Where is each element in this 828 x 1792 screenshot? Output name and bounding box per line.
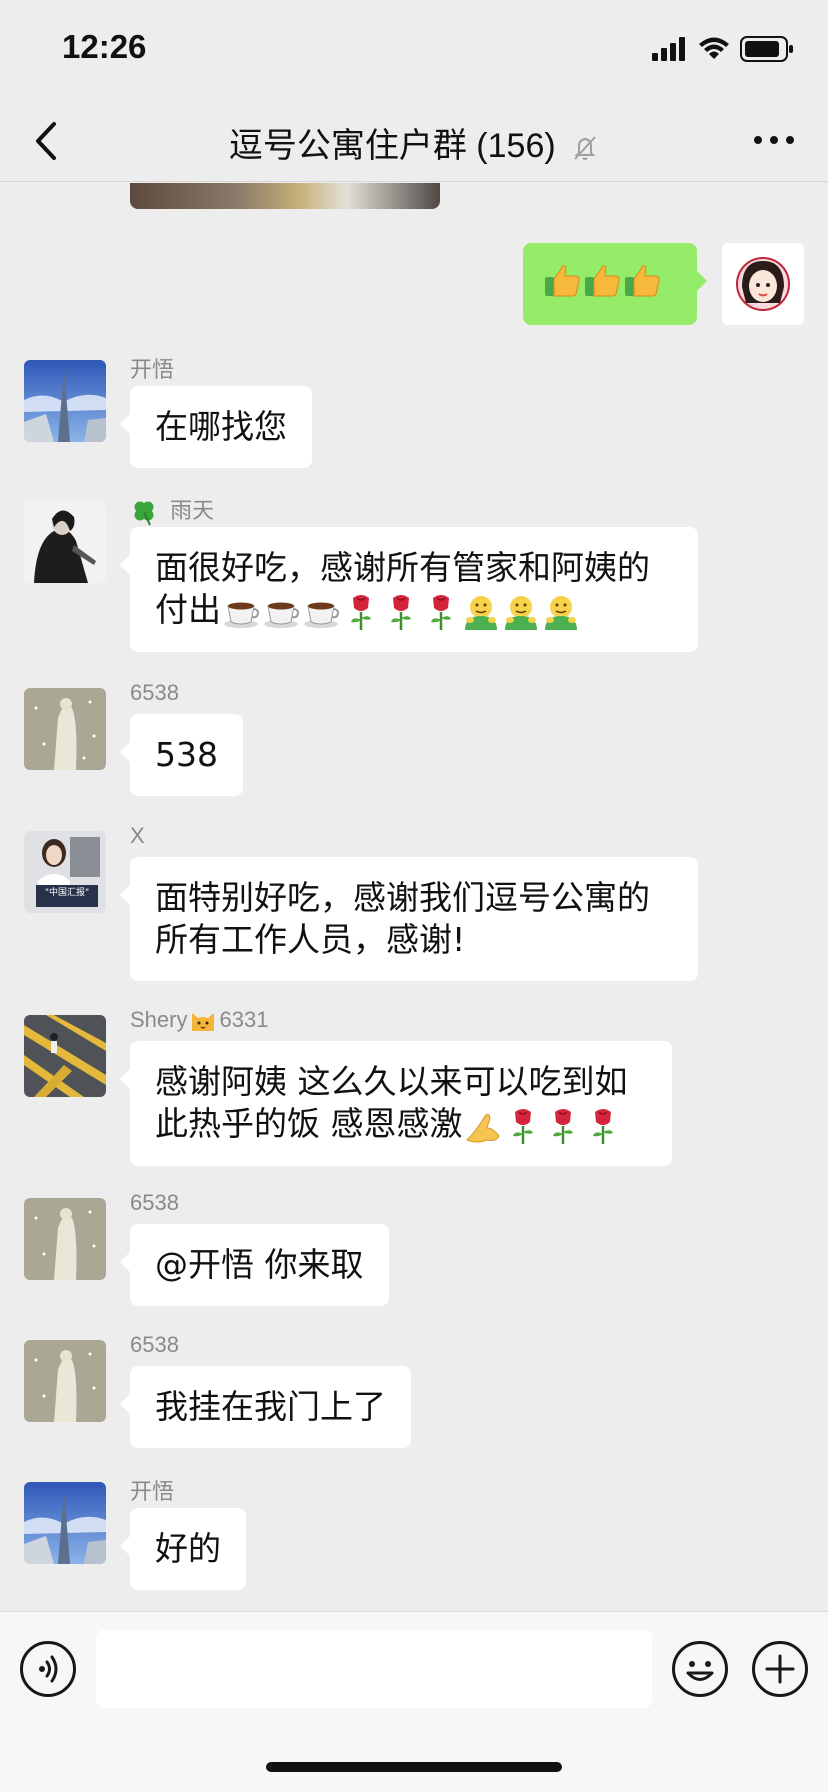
message-line: 面特别好吃，感谢我们逗号公寓的 — [155, 878, 650, 917]
chat-title: 逗号公寓住户群 (156) — [228, 127, 556, 165]
voice-button[interactable] — [20, 1641, 76, 1697]
message-line-with-emoji: 付出 — [155, 589, 673, 632]
hug-icon — [501, 592, 541, 632]
message-item: 开悟 在哪找您 — [0, 352, 828, 472]
message-self — [0, 243, 828, 333]
message-line: 感谢阿姨 这么久以来可以吃到如 — [155, 1062, 628, 1101]
avatar-kaiwu-image — [24, 1482, 106, 1564]
message-line: 付出 — [155, 590, 221, 629]
chat-header: 逗号公寓住户群 (156) — [0, 100, 828, 182]
sender-name-row: Shery 6331 — [130, 1007, 268, 1035]
avatar-shery[interactable] — [24, 1015, 106, 1097]
rose-icon — [543, 1106, 583, 1146]
message-item: 6538 我挂在我门上了 — [0, 1332, 828, 1452]
sender-name: 6538 — [130, 680, 179, 705]
sender-name: 6538 — [130, 1332, 179, 1357]
message-bubble[interactable]: 感谢阿姨 这么久以来可以吃到如 此热乎的饭 感恩感激 — [120, 1041, 672, 1166]
message-bubble[interactable]: 在哪找您 — [120, 386, 312, 468]
status-time: 12:26 — [62, 28, 147, 65]
avatar-caption: "中国汇报" — [44, 888, 90, 898]
wifi-icon — [699, 37, 729, 59]
image-message-fragment[interactable] — [130, 183, 440, 209]
status-icons — [652, 36, 794, 62]
message-line: 此热乎的饭 感恩感激 — [155, 1104, 463, 1143]
avatar-self[interactable] — [722, 243, 804, 325]
message-line-with-emoji: 此热乎的饭 感恩感激 — [155, 1103, 647, 1146]
battery-icon — [740, 36, 793, 62]
coffee-icon — [221, 592, 261, 632]
message-item: 6538 @开悟 你来取 — [0, 1190, 828, 1310]
add-button[interactable] — [752, 1641, 808, 1697]
sender-name: 6538 — [130, 1190, 179, 1215]
chat-title-row: 逗号公寓住户群 (156) — [0, 118, 828, 167]
thumbs-up-icon — [543, 260, 583, 300]
message-bubble[interactable]: 我挂在我门上了 — [120, 1366, 411, 1448]
message-bubble[interactable]: 面很好吃，感谢所有管家和阿姨的 付出 — [120, 527, 698, 652]
rose-icon — [503, 1106, 543, 1146]
message-item: Shery 6331 感谢阿姨 这么久以来可以吃到如 此热乎的饭 感恩感激 — [0, 1007, 828, 1167]
message-bubble-self[interactable] — [523, 243, 707, 325]
message-bubble[interactable]: 面特别好吃，感谢我们逗号公寓的 所有工作人员，感谢! — [120, 857, 698, 981]
sender-name: Shery — [130, 1007, 188, 1032]
avatar-self-illustration — [722, 243, 804, 325]
sender-name: 开悟 — [130, 1479, 175, 1504]
emoji-icon — [686, 1661, 714, 1681]
avatar-kaiwu[interactable] — [24, 360, 106, 442]
avatar-yutian[interactable] — [24, 501, 106, 583]
message-bubble[interactable]: @开悟 你来取 — [120, 1224, 389, 1306]
clover-icon — [134, 501, 154, 526]
rose-icon — [381, 592, 421, 632]
status-bar: 12:26 — [0, 0, 828, 100]
sender-name: 6331 — [219, 1007, 269, 1032]
emoji-button[interactable] — [672, 1641, 728, 1697]
rose-icon — [421, 592, 461, 632]
sender-name-row: 雨天 — [130, 493, 214, 526]
rose-icon — [341, 592, 381, 632]
plus-icon — [765, 1654, 795, 1684]
message-input[interactable] — [96, 1630, 652, 1708]
rose-icon — [583, 1106, 623, 1146]
avatar-6538[interactable] — [24, 1198, 106, 1280]
message-list[interactable]: 开悟 在哪找您 雨天 面很好吃，感谢所有管家和阿姨的 付出 6538 538 "… — [0, 183, 828, 1611]
coffee-icon — [301, 592, 341, 632]
message-line: 面很好吃，感谢所有管家和阿姨的 — [155, 548, 650, 587]
message-item: 雨天 面很好吃，感谢所有管家和阿姨的 付出 — [0, 493, 828, 653]
message-item: "中国汇报" X 面特别好吃，感谢我们逗号公寓的 所有工作人员，感谢! — [0, 823, 828, 983]
avatar-x-image — [24, 831, 106, 913]
bell-slash-icon — [574, 136, 596, 161]
message-bubble[interactable]: 538 — [120, 714, 243, 796]
avatar-x[interactable]: "中国汇报" — [24, 831, 106, 913]
message-item: 开悟 好的 — [0, 1474, 828, 1594]
hug-icon — [541, 592, 581, 632]
sender-name: 雨天 — [170, 498, 215, 523]
thumbs-up-icon — [583, 260, 623, 300]
thumbs-up-icon — [623, 260, 663, 300]
avatar-6538[interactable] — [24, 1340, 106, 1422]
coffee-icon — [261, 592, 301, 632]
home-indicator — [266, 1762, 562, 1772]
praying-hands-icon — [463, 1106, 503, 1146]
avatar-shery-image — [24, 1015, 106, 1097]
avatar-6538[interactable] — [24, 688, 106, 770]
sender-name: 开悟 — [130, 357, 175, 382]
message-bubble[interactable]: 好的 — [120, 1508, 246, 1590]
avatar-6538-image — [24, 688, 106, 770]
avatar-kaiwu-image — [24, 360, 106, 442]
avatar-6538-image — [24, 1198, 106, 1280]
voice-icon — [39, 1655, 58, 1683]
avatar-kaiwu[interactable] — [24, 1482, 106, 1564]
more-dots-icon[interactable] — [752, 128, 796, 152]
message-item: 6538 538 — [0, 680, 828, 800]
cellular-signal-icon — [652, 37, 685, 61]
avatar-yutian-image — [24, 501, 106, 583]
hug-icon — [461, 592, 501, 632]
sender-name: X — [130, 823, 145, 848]
message-line: 所有工作人员，感谢! — [155, 920, 466, 959]
avatar-6538-image — [24, 1340, 106, 1422]
cat-icon — [192, 1013, 215, 1032]
